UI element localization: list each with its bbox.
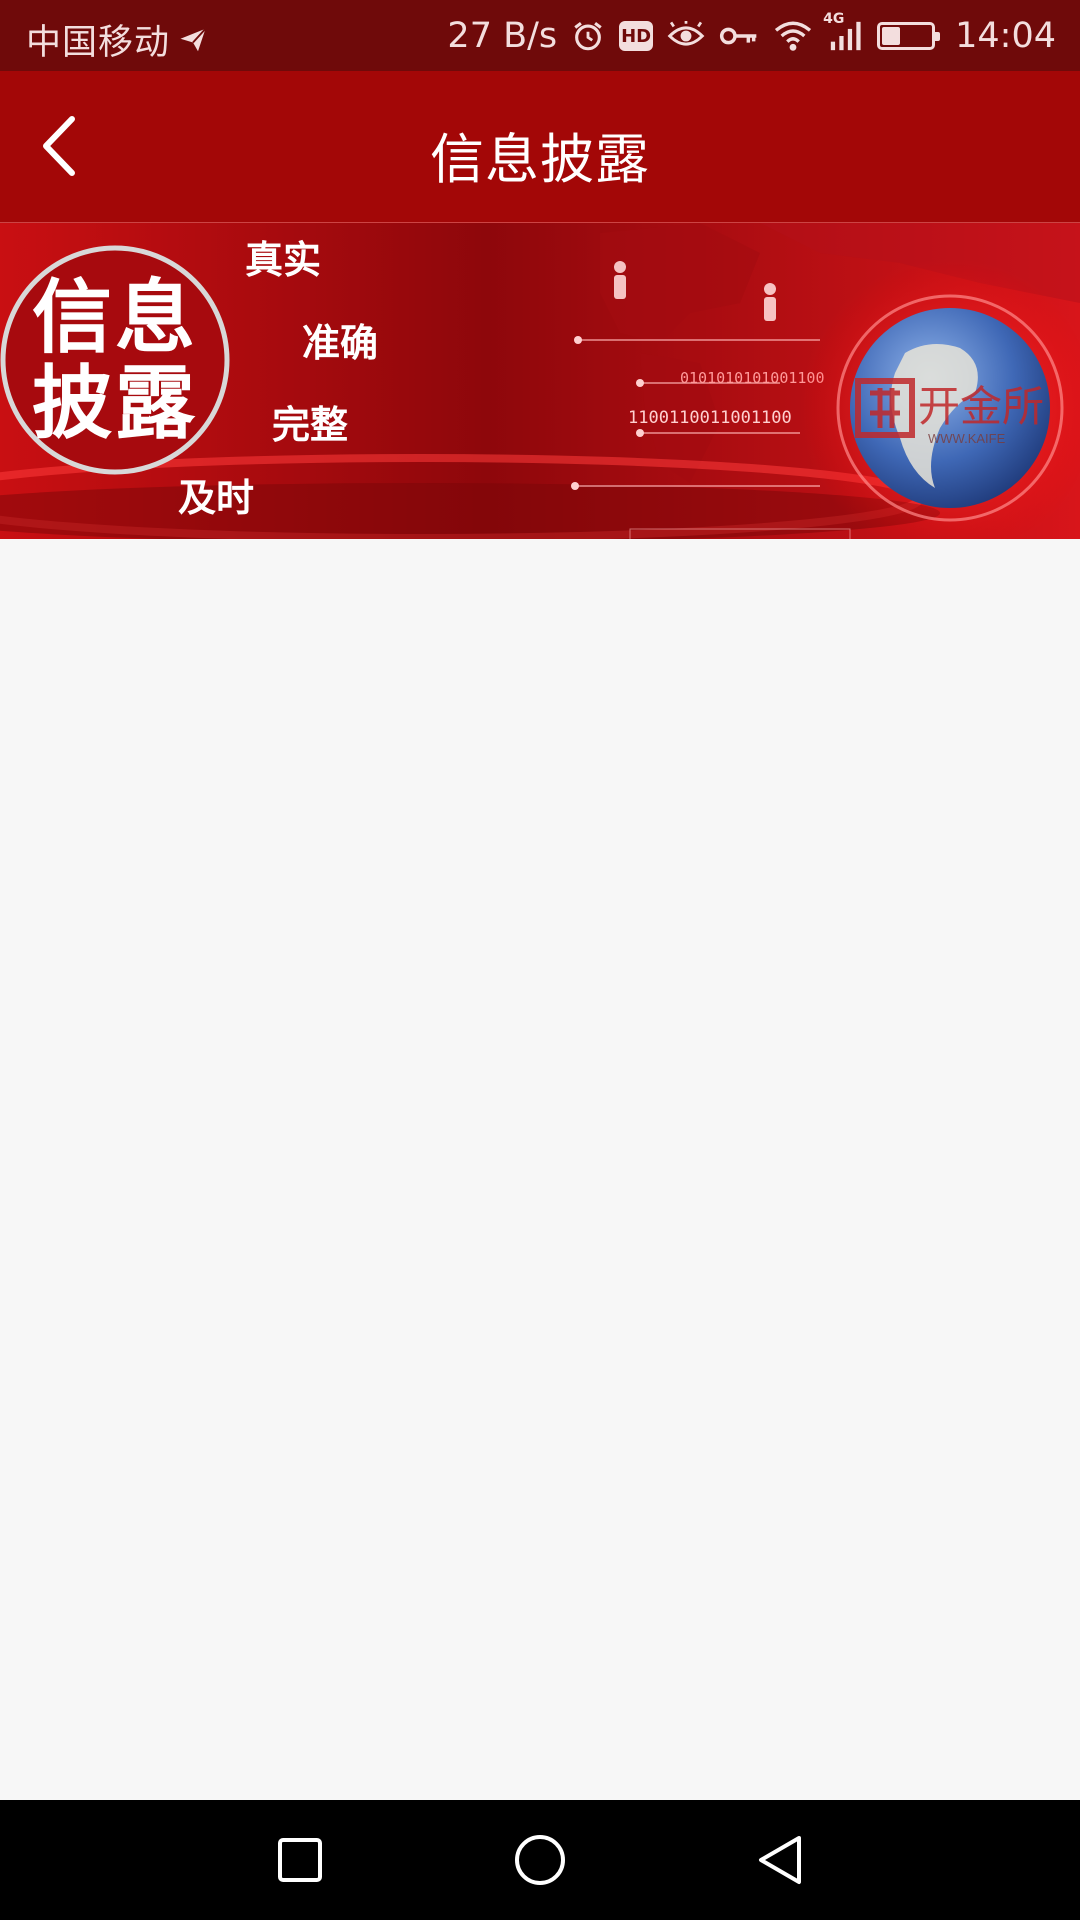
node-dot bbox=[636, 429, 644, 437]
hd-icon: HD bbox=[619, 21, 654, 51]
triangle-back-icon bbox=[759, 1836, 801, 1884]
system-nav-bar bbox=[0, 1800, 1080, 1920]
wifi-icon bbox=[773, 19, 813, 53]
circle-char-4: 露 bbox=[115, 356, 196, 450]
screen: 中国移动 27 B/s HD 4G 14:04 信息披露 01010101010… bbox=[0, 0, 1080, 1920]
status-left: 中国移动 bbox=[26, 14, 208, 65]
alarm-icon bbox=[571, 19, 605, 53]
binary-line-2: 1100110011001100 bbox=[628, 408, 792, 428]
banner-image[interactable]: 0101010101001100 1100110011001100 信 息 披 … bbox=[0, 222, 1080, 539]
square-icon bbox=[278, 1838, 322, 1882]
keyword-complete: 完整 bbox=[272, 402, 348, 447]
circle-char-1: 信 bbox=[32, 270, 112, 364]
system-back-button[interactable] bbox=[750, 1830, 810, 1890]
content-area bbox=[0, 539, 1080, 1800]
node-dot bbox=[571, 482, 579, 490]
logo-url-text: WWW.KAIFE bbox=[928, 431, 1006, 446]
banner-graphic: 0101010101001100 1100110011001100 信 息 披 … bbox=[0, 223, 1080, 539]
network-type-label: 4G bbox=[823, 11, 845, 27]
status-bar: 中国移动 27 B/s HD 4G 14:04 bbox=[0, 0, 1080, 71]
send-icon bbox=[178, 25, 208, 55]
keyword-true: 真实 bbox=[245, 237, 321, 282]
clock-time: 14:04 bbox=[955, 16, 1056, 56]
logo-text: 开金所 bbox=[918, 383, 1044, 430]
page-title: 信息披露 bbox=[430, 128, 650, 191]
signal-4g-icon: 4G bbox=[823, 11, 863, 53]
net-speed: 27 B/s bbox=[447, 16, 558, 56]
battery-icon bbox=[877, 22, 941, 50]
keyword-accurate: 准确 bbox=[302, 320, 378, 365]
node-dot bbox=[636, 379, 644, 387]
keyword-timely: 及时 bbox=[178, 475, 254, 520]
status-right: 27 B/s HD 4G 14:04 bbox=[433, 11, 1056, 60]
vpn-key-icon bbox=[719, 23, 759, 49]
home-button[interactable] bbox=[510, 1830, 570, 1890]
circle-char-2: 息 bbox=[115, 270, 195, 364]
circle-char-3: 披 bbox=[32, 356, 112, 450]
recent-apps-button[interactable] bbox=[270, 1830, 330, 1890]
app-bar: 信息披露 bbox=[0, 71, 1080, 222]
node-dot bbox=[574, 336, 582, 344]
battery-level bbox=[882, 27, 901, 45]
circle-icon bbox=[515, 1835, 565, 1885]
carrier-name: 中国移动 bbox=[26, 23, 171, 63]
eye-icon bbox=[667, 21, 705, 51]
